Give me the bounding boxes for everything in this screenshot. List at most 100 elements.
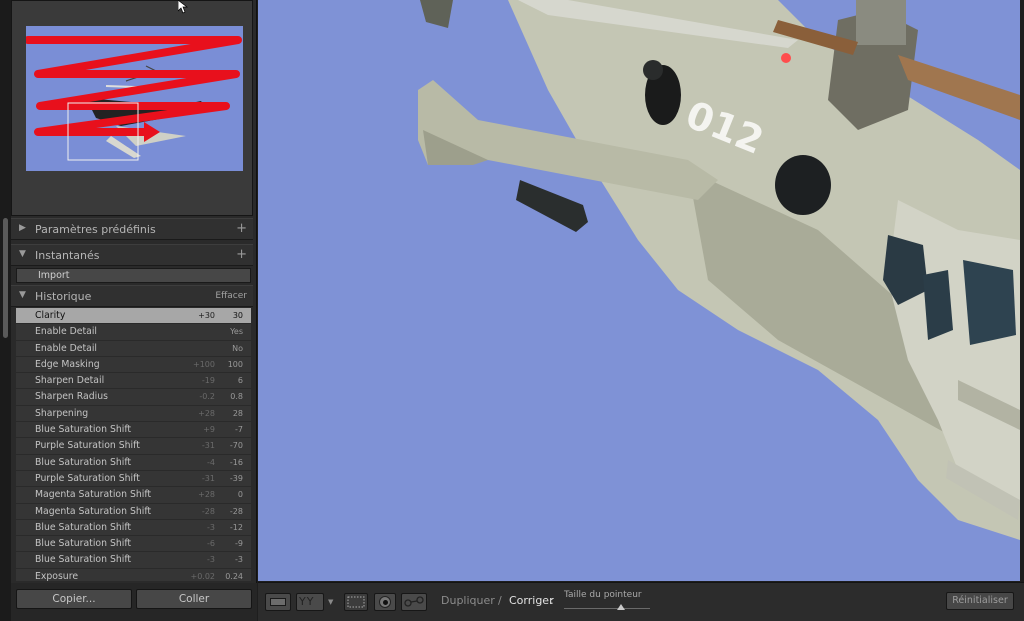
triangle-right-icon: ▶ (19, 223, 26, 233)
history-step-delta: -31 (201, 441, 215, 451)
presets-header[interactable]: ▶ Paramètres prédéfinis + (11, 218, 253, 240)
history-step-delta: -4 (207, 457, 215, 467)
presets-add-button[interactable]: + (236, 221, 247, 236)
history-row[interactable]: Sharpen Detail -19 6 (16, 373, 251, 390)
history-step-name: Blue Saturation Shift (35, 456, 132, 468)
history-step-delta: -28 (201, 506, 215, 516)
history-list[interactable]: Clarity +30 30 Enable Detail Yes Enable Detai… (16, 308, 251, 581)
scrollbar-thumb[interactable] (3, 218, 8, 338)
navigator-thumbnail[interactable] (26, 26, 243, 171)
history-step-value: -16 (229, 457, 243, 467)
brush-size-label: Taille du pointeur (564, 590, 642, 600)
history-row[interactable]: Purple Saturation Shift -31 -70 (16, 438, 251, 455)
brush-size-slider-thumb[interactable] (616, 604, 625, 610)
spot-removal-button[interactable] (374, 593, 396, 611)
history-step-value: No (232, 343, 243, 353)
main-image-view[interactable]: 012 (258, 0, 1020, 581)
history-step-name: Sharpening (35, 407, 89, 419)
bottom-toolbar: YY ▼ Dupliquer / Corriger : Taille du po… (258, 582, 1024, 621)
history-row[interactable]: Magenta Saturation Shift +28 0 (16, 487, 251, 504)
history-step-name: Magenta Saturation Shift (35, 489, 152, 501)
reset-button[interactable]: Réinitialiser (946, 592, 1014, 610)
paste-button[interactable]: Coller (136, 589, 252, 609)
history-row[interactable]: Blue Saturation Shift -3 -3 (16, 552, 251, 569)
triangle-down-icon: ▼ (19, 290, 26, 300)
history-step-name: Sharpen Radius (35, 391, 108, 403)
history-row[interactable]: Blue Saturation Shift -6 -9 (16, 536, 251, 553)
history-step-delta: +28 (198, 408, 215, 418)
history-row[interactable]: Clarity +30 30 (16, 308, 251, 325)
mode-separator: / (498, 594, 502, 607)
snapshot-item-label: Import (38, 270, 70, 281)
dropdown-caret-icon[interactable]: ▼ (328, 598, 333, 606)
history-row[interactable]: Edge Masking +100 100 (16, 356, 251, 374)
copy-button[interactable]: Copier... (16, 589, 132, 609)
history-title: Historique (35, 290, 92, 303)
snapshots-header[interactable]: ▼ Instantanés + (11, 244, 253, 266)
history-header[interactable]: ▼ Historique Effacer (11, 285, 253, 307)
history-step-value: Yes (230, 327, 243, 337)
history-step-delta: +30 (198, 311, 215, 320)
history-step-name: Clarity (35, 310, 66, 321)
history-step-delta: +9 (203, 425, 215, 435)
history-step-value: -12 (229, 522, 243, 532)
history-step-delta: -31 (201, 473, 215, 483)
snapshots-add-button[interactable]: + (236, 247, 247, 262)
history-step-name: Enable Detail (35, 326, 98, 338)
history-step-name: Exposure (35, 570, 79, 581)
history-row[interactable]: Blue Saturation Shift +9 -7 (16, 422, 251, 439)
history-step-value: 0 (237, 490, 243, 500)
history-step-value: -70 (229, 441, 243, 451)
duplicate-mode[interactable]: Dupliquer (441, 594, 495, 607)
history-step-value: -7 (235, 425, 243, 435)
history-row[interactable]: Sharpen Radius -0.2 0.8 (16, 389, 251, 406)
dotted-rect-icon (347, 596, 365, 608)
history-row[interactable]: Blue Saturation Shift -4 -16 (16, 454, 251, 471)
history-row[interactable]: Purple Saturation Shift -31 -39 (16, 470, 251, 488)
copy-paste-bar: Copier... Coller (11, 583, 257, 621)
history-step-name: Magenta Saturation Shift (35, 505, 152, 517)
triangle-down-icon: ▼ (19, 249, 26, 259)
history-step-name: Edge Masking (35, 358, 100, 370)
before-after-button[interactable]: YY (296, 593, 324, 611)
history-step-delta: -0.2 (199, 392, 215, 402)
history-row[interactable]: Enable Detail No (16, 340, 251, 357)
history-step-value: -28 (229, 506, 243, 516)
brush-size-slider[interactable] (564, 608, 650, 609)
history-clear-button[interactable]: Effacer (215, 291, 247, 301)
fix-mode-colon: : (550, 594, 554, 607)
history-row[interactable]: Magenta Saturation Shift -28 -28 (16, 503, 251, 520)
history-step-value: 0.8 (230, 392, 243, 402)
before-after-icon: YY (299, 595, 315, 608)
snapshot-item-import[interactable]: Import (16, 268, 251, 283)
history-step-name: Purple Saturation Shift (35, 472, 140, 484)
history-step-value: -3 (235, 555, 243, 565)
history-step-name: Enable Detail (35, 342, 98, 354)
loupe-view-button[interactable] (265, 593, 291, 611)
history-step-value: 28 (232, 408, 243, 418)
history-step-name: Sharpen Detail (35, 375, 105, 387)
adjustment-brush-button[interactable] (401, 593, 427, 611)
history-step-value: 100 (227, 359, 243, 369)
left-scrollbar[interactable] (0, 0, 11, 621)
fix-mode[interactable]: Corriger (509, 594, 554, 607)
spot-circle-icon (379, 596, 391, 608)
navigator-panel (11, 0, 253, 216)
history-step-delta: +0.02 (190, 571, 215, 581)
history-row[interactable]: Enable Detail Yes (16, 324, 251, 341)
history-step-delta: -6 (207, 539, 215, 549)
history-step-value: 30 (232, 311, 243, 320)
history-step-value: -39 (229, 473, 243, 483)
history-step-delta: -3 (207, 522, 215, 532)
history-step-value: 0.24 (225, 571, 243, 581)
crop-overlay-button[interactable] (344, 593, 368, 611)
history-row[interactable]: Blue Saturation Shift -3 -12 (16, 519, 251, 537)
history-step-name: Blue Saturation Shift (35, 538, 132, 550)
history-step-delta: -19 (201, 376, 215, 386)
history-step-name: Blue Saturation Shift (35, 554, 132, 566)
history-row[interactable]: Sharpening +28 28 (16, 405, 251, 423)
history-row[interactable]: Exposure +0.02 0.24 (16, 568, 251, 581)
rectangle-view-icon (270, 598, 286, 606)
snapshots-title: Instantanés (35, 249, 100, 262)
cursor-arrow-icon (178, 0, 188, 14)
